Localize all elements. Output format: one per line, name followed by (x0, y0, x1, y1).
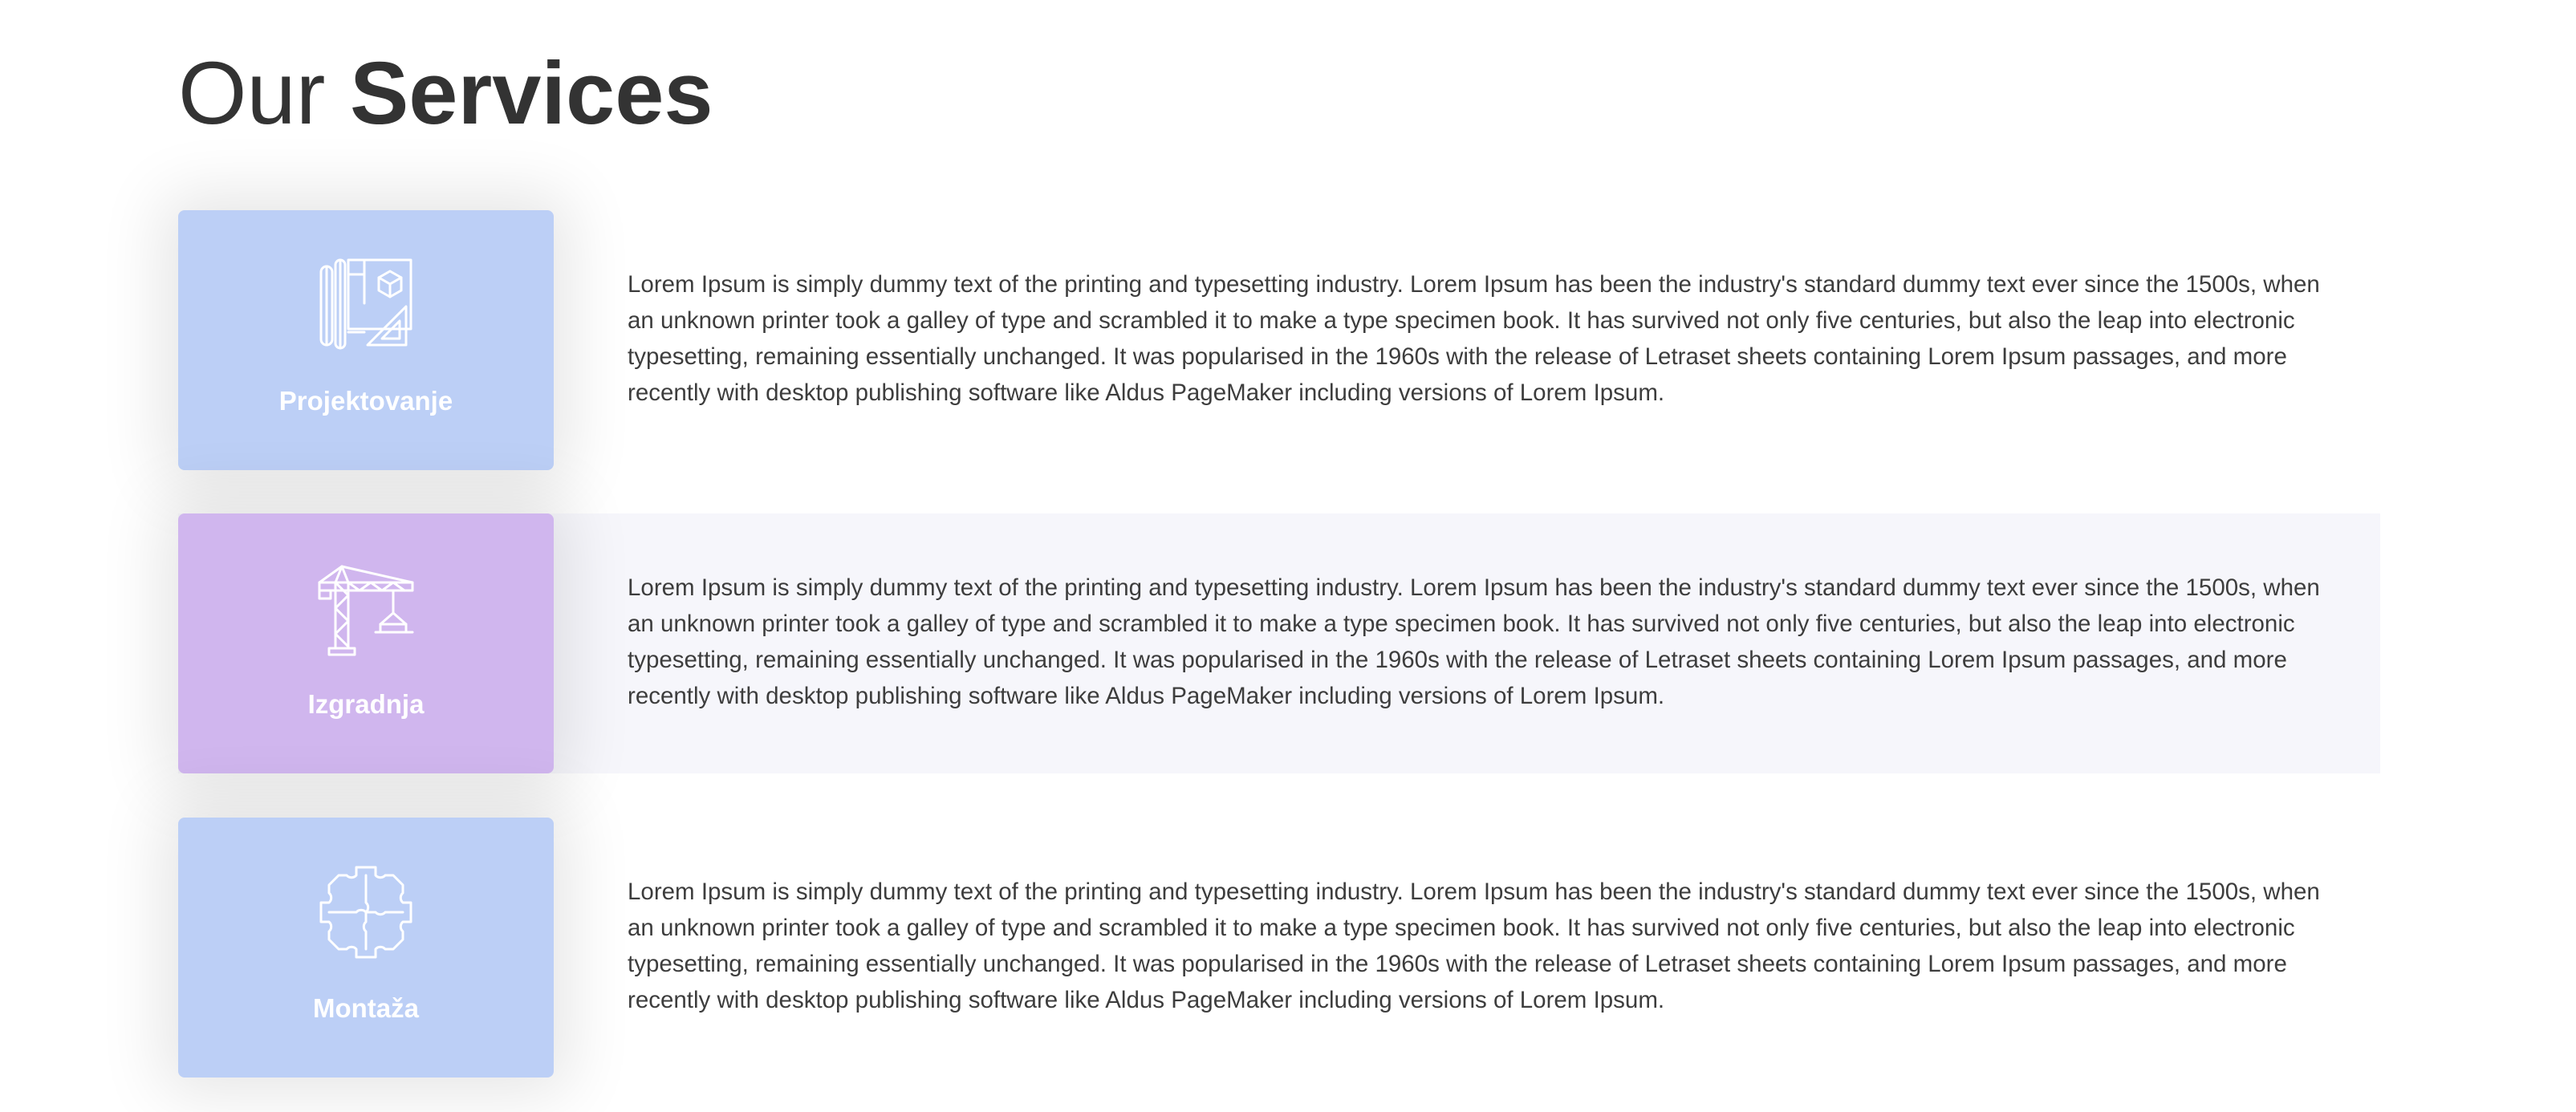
service-description: Lorem Ipsum is simply dummy text of the … (628, 271, 2320, 406)
blueprint-icon (316, 255, 416, 355)
service-description: Lorem Ipsum is simply dummy text of the … (628, 574, 2320, 709)
section-title: Our Services (178, 42, 713, 146)
service-title: Izgradnja (307, 689, 425, 719)
puzzle-icon (316, 862, 416, 962)
service-title: Projektovanje (278, 386, 453, 416)
services-section: Our Services Projektovanje Lorem Ipsum i… (0, 0, 2576, 1112)
service-card-izgradnja[interactable]: Izgradnja (178, 513, 554, 773)
service-card-montaza[interactable]: Montaža (178, 818, 554, 1078)
service-row-izgradnja: Izgradnja Lorem Ipsum is simply dummy te… (178, 513, 2380, 773)
section-title-bold: Services (349, 44, 713, 143)
service-description: Lorem Ipsum is simply dummy text of the … (628, 879, 2320, 1013)
service-row-montaza: Montaža Lorem Ipsum is simply dummy text… (178, 818, 2380, 1078)
service-title: Montaža (313, 993, 419, 1023)
service-row-projektovanje: Projektovanje Lorem Ipsum is simply dumm… (178, 210, 2380, 470)
crane-icon (316, 558, 416, 658)
section-title-light: Our (178, 44, 326, 143)
service-card-projektovanje[interactable]: Projektovanje (178, 210, 554, 470)
